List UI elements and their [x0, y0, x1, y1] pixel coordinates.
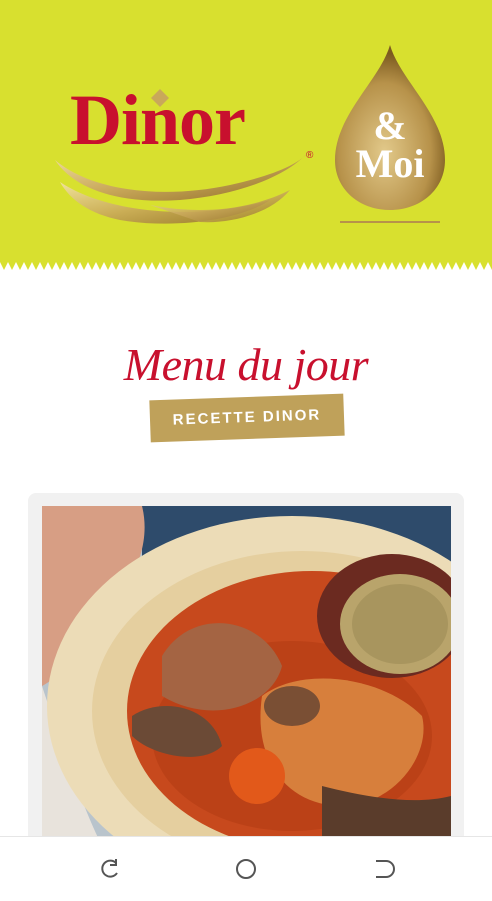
- drop-moi-text: Moi: [355, 141, 425, 186]
- recette-badge-label: RECETTE DINOR: [172, 406, 322, 429]
- recipe-photo[interactable]: [42, 506, 451, 846]
- android-nav-bar: [0, 836, 492, 901]
- fish-stew-image: [42, 506, 451, 846]
- menu-du-jour-title: Menu du jour: [123, 339, 369, 390]
- registered-mark: ®: [306, 150, 314, 161]
- brand-name: Dinor: [70, 80, 246, 160]
- home-circle-icon[interactable]: [232, 855, 260, 883]
- back-rotate-icon[interactable]: [96, 855, 124, 883]
- zigzag-edge: [0, 258, 492, 270]
- recette-badge[interactable]: RECETTE DINOR: [149, 393, 345, 443]
- recents-icon[interactable]: [368, 855, 396, 883]
